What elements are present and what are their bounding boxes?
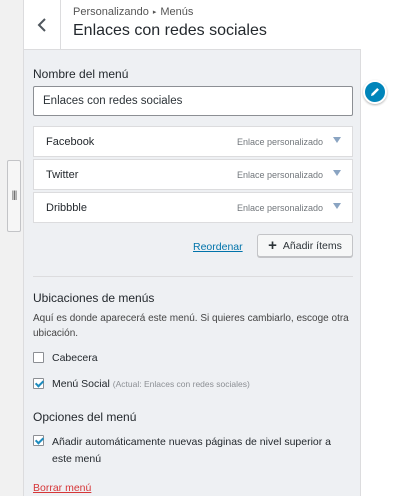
- menu-item-title: Dribbble: [46, 202, 87, 214]
- location-header-label: Cabecera: [52, 352, 98, 364]
- location-header-option[interactable]: Cabecera: [33, 351, 98, 365]
- location-social-label: Menú Social: [52, 378, 110, 390]
- auto-add-pages-checkbox[interactable]: [33, 435, 44, 446]
- edit-shortcut-button[interactable]: [363, 80, 387, 104]
- page-title: Enlaces con redes sociales: [73, 22, 267, 39]
- menu-locations-description: Aquí es donde aparecerá este menú. Si qu…: [33, 313, 349, 339]
- pencil-icon: [371, 88, 379, 96]
- location-header-checkbox[interactable]: [33, 352, 44, 363]
- add-items-label: Añadir ítems: [282, 239, 342, 252]
- menu-item-twitter[interactable]: Twitter Enlace personalizado: [33, 159, 353, 190]
- customizer-panel: Personalizando ▸ Menús Enlaces con redes s…: [24, 0, 361, 496]
- breadcrumb-parent: Personalizando: [73, 6, 149, 18]
- breadcrumb-separator-icon: ▸: [152, 9, 157, 16]
- menu-item-type: Enlace personalizado: [236, 170, 323, 180]
- location-social-note: (Actual: Enlaces con redes sociales): [112, 379, 250, 389]
- menu-name-label: Nombre del menú: [33, 67, 129, 81]
- auto-add-pages-option[interactable]: Añadir automáticamente nuevas páginas de…: [33, 434, 332, 468]
- menu-items-list: Facebook Enlace personalizado Twitter En…: [33, 126, 353, 225]
- divider: [33, 276, 353, 277]
- caret-down-icon[interactable]: [333, 137, 341, 143]
- menu-item-dribbble[interactable]: Dribbble Enlace personalizado: [33, 192, 353, 223]
- panel-header: Personalizando ▸ Menús Enlaces con redes s…: [24, 0, 361, 50]
- menu-item-type: Enlace personalizado: [236, 137, 323, 147]
- auto-add-pages-label: Añadir automáticamente nuevas páginas de…: [52, 436, 332, 465]
- plus-icon: +: [268, 237, 277, 254]
- location-social-option[interactable]: Menú Social (Actual: Enlaces con redes so…: [33, 377, 250, 391]
- breadcrumb-child: Menús: [160, 6, 194, 18]
- preview-gutter: |||: [0, 0, 24, 496]
- delete-menu-link[interactable]: Borrar menú: [33, 482, 91, 494]
- location-social-checkbox[interactable]: [33, 378, 44, 389]
- breadcrumb: Personalizando ▸ Menús: [73, 6, 193, 18]
- menu-locations-title: Ubicaciones de menús: [33, 291, 155, 305]
- menu-item-facebook[interactable]: Facebook Enlace personalizado: [33, 126, 353, 157]
- sidebar-resize-handle[interactable]: |||: [7, 160, 21, 232]
- location-social-text: Menú Social (Actual: Enlaces con redes so…: [52, 377, 250, 391]
- reorder-link[interactable]: Reordenar: [193, 241, 243, 253]
- menu-options-title: Opciones del menú: [33, 410, 137, 424]
- caret-down-icon[interactable]: [333, 170, 341, 176]
- menu-item-type: Enlace personalizado: [236, 203, 323, 213]
- chevron-left-icon: [37, 18, 46, 32]
- menu-item-title: Twitter: [46, 169, 79, 181]
- add-items-button[interactable]: + Añadir ítems: [257, 234, 353, 257]
- menu-item-title: Facebook: [46, 136, 95, 148]
- grip-icon: |||: [11, 190, 18, 201]
- caret-down-icon[interactable]: [333, 203, 341, 209]
- back-button[interactable]: [24, 0, 61, 50]
- menu-name-input[interactable]: [33, 86, 353, 116]
